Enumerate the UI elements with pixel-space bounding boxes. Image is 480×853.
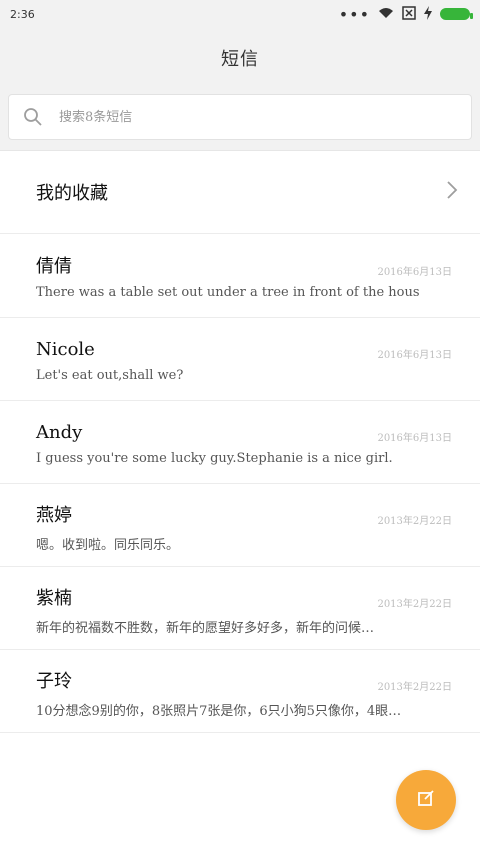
status-bar: 2:36 ••• — [0, 0, 480, 28]
message-date: 2013年2月22日 — [377, 516, 452, 527]
message-date: 2016年6月13日 — [377, 433, 452, 444]
search-icon — [9, 94, 57, 140]
message-row[interactable]: 倩倩 2016年6月13日 There was a table set out … — [0, 235, 480, 318]
message-row[interactable]: Andy 2016年6月13日 I guess you're some luck… — [0, 401, 480, 484]
message-preview: 嗯。收到啦。同乐同乐。 — [36, 538, 180, 553]
page-title: 短信 — [221, 49, 259, 70]
search-area — [0, 88, 480, 151]
message-row[interactable]: 子玲 2013年2月22日 10分想念9别的你，8张照片7张是你，6只小狗5只像… — [0, 650, 480, 733]
status-time: 2:36 — [10, 7, 35, 21]
message-list: 倩倩 2016年6月13日 There was a table set out … — [0, 235, 480, 733]
message-date: 2013年2月22日 — [377, 682, 452, 693]
message-date: 2016年6月13日 — [377, 350, 452, 361]
favorites-row[interactable]: 我的收藏 — [0, 150, 480, 234]
compose-icon — [416, 788, 436, 812]
message-row[interactable]: Nicole 2016年6月13日 Let's eat out,shall we… — [0, 318, 480, 401]
battery-icon — [440, 8, 473, 20]
contact-name: 子玲 — [36, 671, 72, 692]
title-bar: 短信 — [0, 28, 480, 88]
contact-name: Andy — [36, 422, 83, 443]
wifi-icon — [378, 7, 394, 22]
message-preview: 新年的祝福数不胜数，新年的愿望好多好多，新年的问候… — [36, 621, 375, 636]
contact-name: 紫楠 — [36, 588, 72, 609]
no-signal-icon — [402, 5, 416, 23]
charging-icon — [424, 5, 432, 23]
contact-name: Nicole — [36, 339, 95, 360]
contact-name: 倩倩 — [36, 256, 72, 277]
chevron-right-icon — [446, 180, 458, 204]
search-input[interactable] — [57, 108, 471, 126]
message-row[interactable]: 紫楠 2013年2月22日 新年的祝福数不胜数，新年的愿望好多好多，新年的问候… — [0, 567, 480, 650]
compose-button[interactable] — [396, 770, 456, 830]
favorites-label: 我的收藏 — [36, 182, 108, 204]
contact-name: 燕婷 — [36, 505, 72, 526]
message-row[interactable]: 燕婷 2013年2月22日 嗯。收到啦。同乐同乐。 — [0, 484, 480, 567]
message-preview: Let's eat out,shall we? — [36, 368, 184, 383]
message-date: 2013年2月22日 — [377, 599, 452, 610]
search-box[interactable] — [8, 94, 472, 140]
message-preview: I guess you're some lucky guy.Stephanie … — [36, 451, 393, 466]
message-preview: 10分想念9别的你，8张照片7张是你，6只小狗5只像你，4眼… — [36, 704, 402, 719]
message-date: 2016年6月13日 — [377, 267, 452, 278]
message-preview: There was a table set out under a tree i… — [36, 285, 420, 300]
status-icons: ••• — [338, 4, 473, 24]
more-dots-icon: ••• — [338, 4, 370, 24]
